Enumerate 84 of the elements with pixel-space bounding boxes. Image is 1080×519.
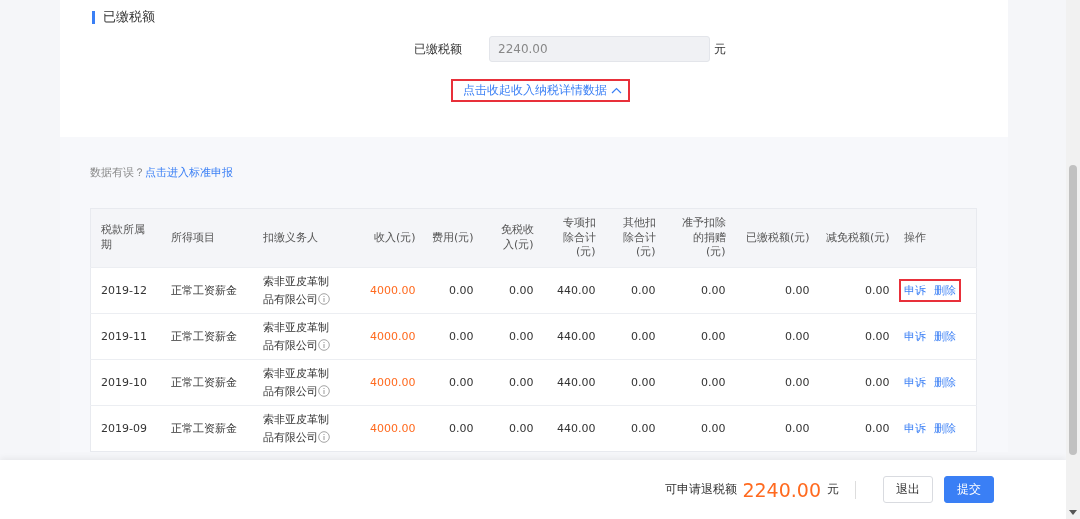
table-cell: 0.00 [865, 421, 890, 435]
table-cell: 0.00 [631, 283, 656, 297]
column-header: 准予扣除的捐赠(元) [681, 215, 726, 261]
column-header: 减免税额(元) [825, 230, 890, 246]
table-cell: 0.00 [449, 421, 474, 435]
table-cell: 0.00 [631, 329, 656, 343]
action-link[interactable]: 删除 [933, 327, 956, 346]
table-cell: 0.00 [785, 375, 810, 389]
table-cell: 正常工资薪金 [170, 329, 237, 343]
table-cell: 0.00 [701, 375, 726, 389]
refund-label: 可申请退税额 [665, 481, 738, 498]
error-notice: 数据有误？点击进入标准申报 [90, 165, 234, 180]
action-link[interactable]: 申诉 [903, 281, 926, 300]
table-cell: 0.00 [509, 421, 534, 435]
action-link[interactable]: 删除 [933, 281, 956, 300]
info-icon[interactable] [317, 430, 330, 443]
table-cell-text: 索非亚皮革制品有限公司 [262, 319, 331, 354]
table-cell: 2019-09 [101, 421, 147, 435]
table-cell: 0.00 [631, 375, 656, 389]
table-cell: 0.00 [865, 329, 890, 343]
table-cell: 正常工资薪金 [170, 283, 237, 297]
field-label: 已缴税额 [413, 40, 462, 58]
unit-label: 元 [714, 40, 726, 58]
column-header: 专项扣除合计(元) [562, 215, 596, 261]
table-cell: 2019-10 [101, 375, 147, 389]
table-cell: 正常工资薪金 [170, 375, 237, 389]
table-cell: 0.00 [509, 283, 534, 297]
section-marker [92, 10, 95, 24]
table-cell: 0.00 [865, 283, 890, 297]
table-cell: 4000.00 [370, 329, 416, 343]
table-cell: 4000.00 [370, 283, 416, 297]
refund-amount: 2240.00 [742, 478, 821, 501]
column-header: 扣缴义务人 [262, 230, 318, 246]
action-link[interactable]: 申诉 [903, 327, 926, 346]
chevron-icon [610, 87, 622, 94]
table-cell: 0.00 [785, 421, 810, 435]
table-cell: 2019-12 [101, 283, 147, 297]
collapse-link[interactable]: 点击收起收入纳税详情数据 [450, 79, 630, 102]
action-link[interactable]: 申诉 [903, 373, 926, 392]
table-cell-text: 索非亚皮革制品有限公司 [262, 365, 331, 400]
column-header: 其他扣除合计(元) [622, 215, 656, 261]
column-header: 税款所属期 [101, 223, 145, 253]
table-cell: 0.00 [509, 375, 534, 389]
table-cell: 440.00 [557, 375, 596, 389]
scrollbar[interactable] [1066, 0, 1080, 519]
info-icon[interactable] [317, 338, 330, 351]
table-cell: 440.00 [557, 283, 596, 297]
table-cell: 0.00 [785, 283, 810, 297]
exit-button[interactable]: 退出 [883, 476, 933, 503]
info-icon[interactable] [317, 384, 330, 397]
scroll-thumb[interactable] [1069, 165, 1077, 455]
table-cell: 0.00 [449, 329, 474, 343]
table-cell: 0.00 [701, 421, 726, 435]
table-cell: 0.00 [449, 283, 474, 297]
column-header: 操作 [903, 230, 926, 246]
column-header: 费用(元) [431, 230, 474, 246]
table-cell: 440.00 [557, 421, 596, 435]
column-header: 已缴税额(元) [745, 230, 810, 246]
table-cell: 4000.00 [370, 375, 416, 389]
table-cell: 0.00 [701, 329, 726, 343]
section-title: 已缴税额 [103, 8, 155, 26]
submit-button[interactable]: 提交 [944, 476, 994, 503]
table-cell: 0.00 [449, 375, 474, 389]
unit-label: 元 [827, 481, 839, 498]
action-link[interactable]: 申诉 [903, 419, 926, 438]
info-icon[interactable] [317, 292, 330, 305]
table-cell: 440.00 [557, 329, 596, 343]
table-cell: 0.00 [631, 421, 656, 435]
table-cell: 0.00 [785, 329, 810, 343]
declare-link[interactable]: 点击进入标准申报 [145, 166, 233, 179]
action-link[interactable]: 删除 [933, 373, 956, 392]
table-cell: 2019-11 [101, 329, 147, 343]
table-cell: 4000.00 [370, 421, 416, 435]
table-cell: 0.00 [701, 283, 726, 297]
table-cell-text: 索非亚皮革制品有限公司 [262, 411, 331, 446]
column-header: 所得项目 [170, 230, 215, 246]
action-link[interactable]: 删除 [933, 419, 956, 438]
table-cell: 0.00 [865, 375, 890, 389]
table-cell: 正常工资薪金 [170, 421, 237, 435]
column-header: 免税收入(元) [500, 223, 534, 253]
table-cell: 0.00 [509, 329, 534, 343]
scroll-down-icon[interactable] [1069, 510, 1077, 515]
table-cell-text: 索非亚皮革制品有限公司 [262, 273, 331, 308]
column-header: 收入(元) [373, 230, 416, 246]
